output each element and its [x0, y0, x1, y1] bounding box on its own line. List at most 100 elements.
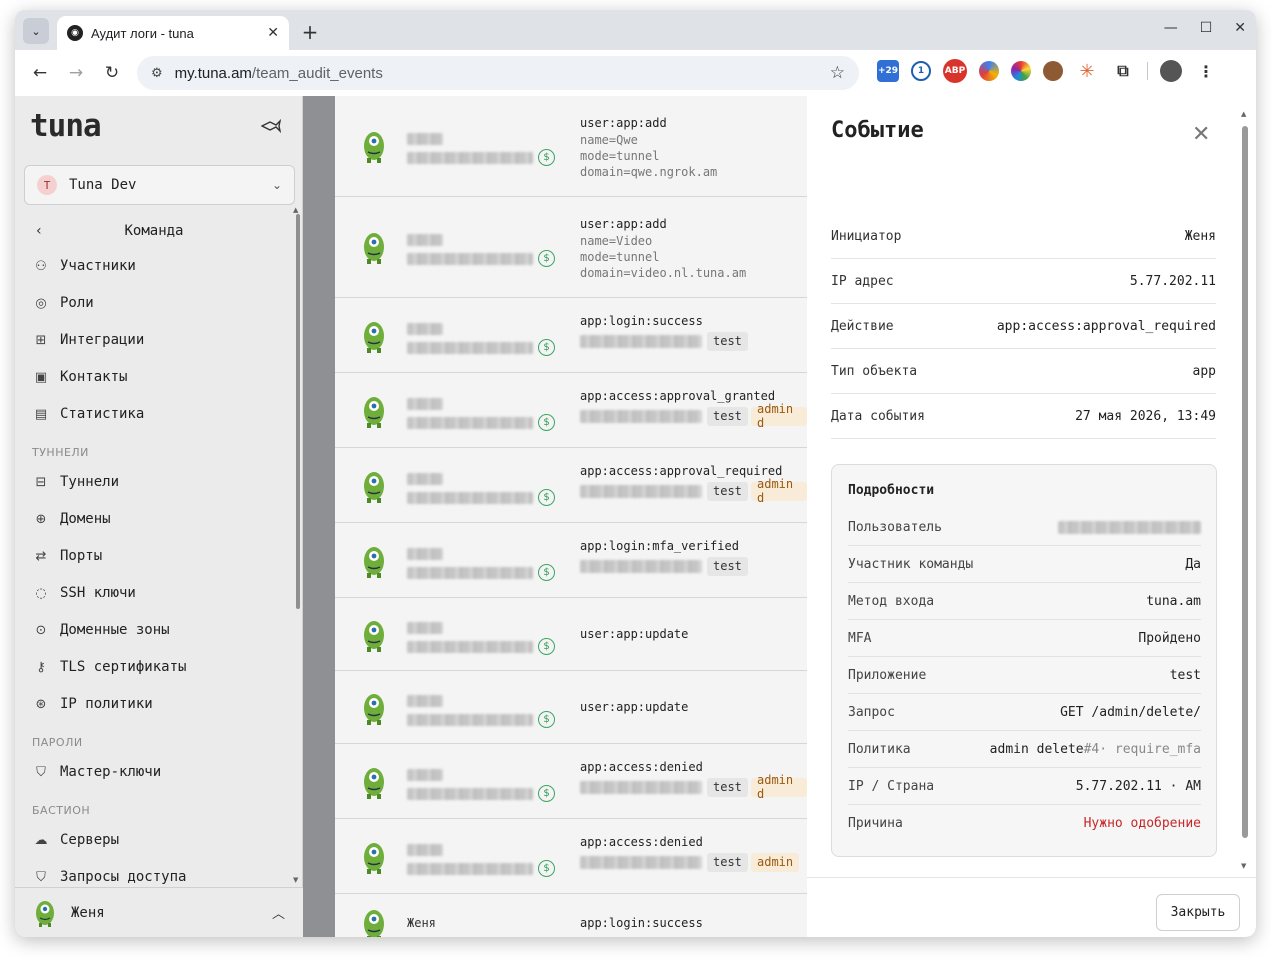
kebab-menu-icon[interactable]: ⋮: [1194, 59, 1218, 83]
info-row-object-type: Тип объекта app: [831, 349, 1216, 394]
info-row-initiator: Инициатор Женя: [831, 214, 1216, 259]
sidebar-item-domains[interactable]: ⊕ Домены: [32, 504, 294, 534]
reload-button[interactable]: ↻: [95, 56, 129, 90]
sidebar-item-ports[interactable]: ⇄ Порты: [32, 541, 294, 571]
sidebar-item-statistics[interactable]: ▤ Статистика: [32, 399, 294, 429]
forward-button[interactable]: →: [59, 56, 93, 90]
event-action: user:app:add: [580, 217, 667, 231]
event-row[interactable]: $ user:app:add name=Video mode=tunnel domain…: [335, 197, 807, 298]
sidebar-item-ssh-keys[interactable]: ◌ SSH ключи: [32, 578, 294, 608]
sidebar-back-button[interactable]: ‹ Команда: [15, 214, 295, 248]
drawer-scrollbar[interactable]: [1242, 126, 1248, 838]
sidebar-item-label: Серверы: [60, 832, 120, 848]
cookie-extension-icon[interactable]: [1043, 61, 1063, 81]
event-action: app:access:denied: [580, 759, 703, 774]
sidebar-item-members[interactable]: ⚇ Участники: [32, 251, 294, 281]
event-row[interactable]: Женя app:login:success: [335, 894, 807, 937]
asterisk-extension-icon[interactable]: ✳: [1075, 59, 1099, 83]
event-row[interactable]: $ user:app:add name=Qwe mode=tunnel domain=q…: [335, 96, 807, 197]
policy-name[interactable]: admin delete: [990, 742, 1084, 757]
event-row[interactable]: $ app:access:denied test admin d: [335, 744, 807, 819]
sidebar-item-servers[interactable]: ☁ Серверы: [32, 825, 294, 855]
sidebar-item-ip-policies[interactable]: ⊛ IP политики: [32, 689, 294, 719]
section-tunnels-heading: ТУННЕЛИ: [32, 446, 89, 459]
event-row[interactable]: $ app:login:mfa_verified test: [335, 523, 807, 598]
new-tab-button[interactable]: +: [297, 19, 323, 45]
redacted-email: [407, 341, 533, 354]
initiator-avatar: [361, 690, 387, 730]
sidebar-item-label: Домены: [60, 511, 111, 527]
event-row[interactable]: $ user:app:update: [335, 671, 807, 744]
event-row[interactable]: $ app:access:denied test admin: [335, 819, 807, 894]
info-key: Тип объекта: [831, 363, 918, 379]
event-row[interactable]: $ app:access:approval_granted test admin d: [335, 373, 807, 448]
sidebar-item-master-keys[interactable]: ⛉ Мастер-ключи: [32, 757, 294, 787]
sidebar-item-contacts[interactable]: ▣ Контакты: [32, 362, 294, 392]
sidebar-item-domain-zones[interactable]: ⊙ Доменные зоны: [32, 615, 294, 645]
minimize-icon[interactable]: —: [1164, 20, 1178, 36]
redacted-user-value: [1058, 520, 1201, 534]
tab-close-icon[interactable]: ✕: [267, 25, 279, 41]
detail-key: Участник команды: [848, 556, 974, 572]
sidebar-item-label: SSH ключи: [60, 585, 136, 601]
sidebar-item-label: Роли: [60, 295, 94, 311]
password-manager-extension-icon[interactable]: 1: [911, 61, 931, 81]
redacted-object-id: [580, 559, 702, 573]
redacted-email: [407, 787, 533, 800]
maximize-icon[interactable]: ☐: [1200, 20, 1213, 36]
scroll-up-arrow-icon[interactable]: ▲: [1241, 110, 1246, 118]
puzzle-extensions-icon[interactable]: ⧉: [1111, 59, 1135, 83]
color-picker-extension-icon[interactable]: [1011, 61, 1031, 81]
sidebar-item-access-requests[interactable]: ⛉ Запросы доступа: [32, 862, 294, 886]
app-tag: test: [707, 406, 748, 426]
detail-value: tuna.am: [1146, 593, 1201, 609]
policy-tag: admin d: [751, 477, 807, 505]
cloud-icon: ☁: [34, 832, 48, 848]
initiator-avatar: [361, 468, 387, 508]
policy-separator: ·: [1099, 741, 1108, 757]
scroll-up-arrow-icon[interactable]: ▲: [293, 206, 298, 214]
initiator-avatar: [361, 764, 387, 804]
event-row[interactable]: $ app:login:success test: [335, 298, 807, 373]
bookmark-star-icon[interactable]: ☆: [830, 63, 845, 83]
info-value: app: [1192, 363, 1216, 379]
redacted-email: [407, 152, 533, 164]
sidebar-item-label: Статистика: [60, 406, 145, 422]
url-path: /team_audit_events: [251, 64, 383, 82]
close-button[interactable]: Закрыть: [1156, 894, 1240, 931]
scroll-down-arrow-icon[interactable]: ▼: [1241, 862, 1246, 870]
user-menu[interactable]: Женя ︿: [15, 887, 303, 937]
site-settings-icon[interactable]: ⚙: [151, 66, 163, 81]
event-row[interactable]: $ user:app:update: [335, 598, 807, 671]
collapse-sidebar-icon[interactable]: [260, 118, 282, 137]
user-name: Женя: [71, 904, 105, 921]
back-button[interactable]: ←: [23, 56, 57, 90]
active-tab[interactable]: ◉ Аудит логи - tuna ✕: [57, 16, 289, 50]
event-param: domain=qwe.ngrok.am: [580, 165, 718, 179]
app-logo[interactable]: tuna: [30, 108, 102, 144]
close-window-icon[interactable]: ✕: [1234, 20, 1246, 36]
initiator-avatar: [361, 839, 387, 879]
tab-search-button[interactable]: ⌄: [23, 18, 49, 44]
weather-extension-icon[interactable]: +29: [877, 60, 899, 82]
adblock-extension-icon[interactable]: ABP: [943, 59, 967, 83]
detail-key: Запрос: [848, 704, 895, 720]
sidebar-item-roles[interactable]: ◎ Роли: [32, 288, 294, 318]
profile-avatar-icon[interactable]: [1160, 60, 1182, 82]
team-selector[interactable]: T Tuna Dev ⌄: [24, 165, 295, 205]
sidebar-scrollbar[interactable]: [296, 214, 300, 609]
scroll-down-arrow-icon[interactable]: ▼: [293, 876, 298, 884]
details-title: Подробности: [848, 483, 935, 498]
extensions-row: +29 1 ABP ✳ ⧉ ⋮: [877, 59, 1218, 83]
info-row-date: Дата события 27 мая 2026, 13:49: [831, 394, 1216, 439]
redacted-initiator: [407, 472, 443, 485]
billing-status-icon: $: [538, 413, 555, 431]
sidebar-item-tunnels[interactable]: ⊟ Туннели: [32, 467, 294, 497]
close-icon[interactable]: ✕: [1192, 122, 1210, 147]
pinwheel-extension-icon[interactable]: [979, 61, 999, 81]
sidebar-item-integrations[interactable]: ⊞ Интеграции: [32, 325, 294, 355]
address-bar[interactable]: ⚙ my.tuna.am/team_audit_events ☆: [137, 56, 859, 90]
info-value: 5.77.202.11: [1129, 273, 1216, 289]
sidebar-item-tls-certs[interactable]: ⚷ TLS сертификаты: [32, 652, 294, 682]
event-row[interactable]: $ app:access:approval_required test admin d: [335, 448, 807, 523]
